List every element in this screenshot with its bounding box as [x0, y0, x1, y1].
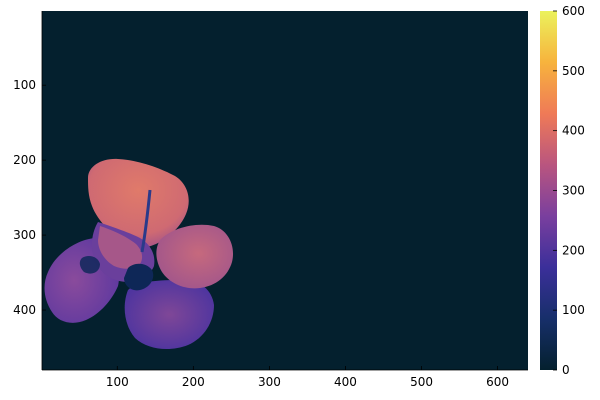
heatmap-chart: 100 200 300 400 500 600 100 200 300 400 0 100 200 3…	[13, 4, 585, 389]
x-tick-label: 200	[182, 375, 205, 389]
x-tick-label: 300	[258, 375, 281, 389]
colorbar-tick-label: 300	[562, 184, 585, 198]
y-axis-ticks: 100 200 300 400	[13, 78, 46, 317]
x-tick-label: 600	[486, 375, 509, 389]
y-tick-label: 200	[13, 153, 36, 167]
colorbar-tick-label: 400	[562, 124, 585, 138]
y-tick-label: 100	[13, 78, 36, 92]
colorbar-ticks: 0 100 200 300 400 500 600	[553, 4, 585, 377]
x-tick-label: 400	[334, 375, 357, 389]
colorbar-tick-label: 200	[562, 243, 585, 257]
colorbar-tick-label: 600	[562, 4, 585, 18]
colorbar-tick-label: 100	[562, 303, 585, 317]
x-tick-label: 100	[106, 375, 129, 389]
y-tick-label: 300	[13, 228, 36, 242]
y-tick-label: 400	[13, 303, 36, 317]
x-tick-label: 500	[410, 375, 433, 389]
colorbar-tick-label: 0	[562, 363, 570, 377]
colorbar-tick-label: 500	[562, 64, 585, 78]
